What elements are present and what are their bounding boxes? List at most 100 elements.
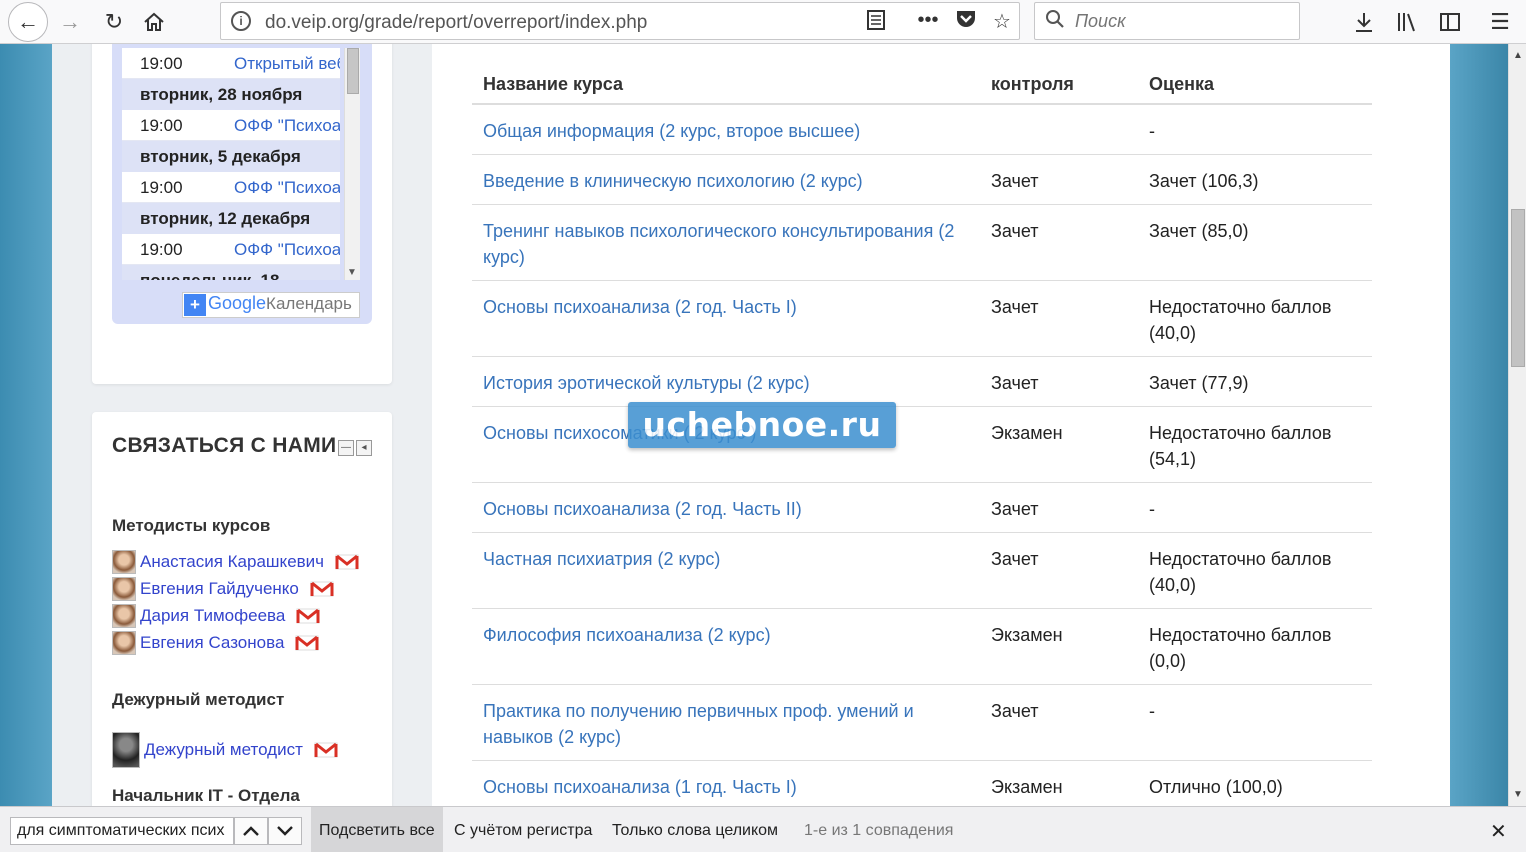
- methodist-item: Дария Тимофеева: [112, 604, 320, 630]
- avatar: [112, 631, 136, 655]
- duty-methodist-link[interactable]: Дежурный методист: [144, 740, 303, 759]
- table-row: Введение в клиническую психологию (2 кур…: [472, 154, 1372, 205]
- library-icon[interactable]: [1390, 4, 1426, 40]
- bookmark-star-icon[interactable]: ☆: [989, 9, 1015, 35]
- page-background-left: [0, 44, 52, 806]
- find-previous-button[interactable]: [234, 817, 268, 845]
- calendar-event[interactable]: 19:00Открытый вебинар: [122, 48, 340, 79]
- page-scroll-thumb[interactable]: [1511, 209, 1525, 367]
- downloads-icon[interactable]: [1346, 4, 1382, 40]
- gmail-icon[interactable]: [310, 581, 334, 597]
- grade-cell: Отлично (100,0): [1138, 760, 1372, 806]
- table-row: Основы психоанализа (2 год. Часть I) Заче…: [472, 280, 1372, 357]
- close-icon[interactable]: ✕: [1490, 819, 1507, 844]
- gmail-icon[interactable]: [314, 742, 338, 758]
- methodist-link[interactable]: Дария Тимофеева: [140, 606, 285, 625]
- course-link[interactable]: Практика по получению первичных проф. ум…: [472, 684, 980, 761]
- highlight-all-toggle[interactable]: Подсветить все: [311, 807, 443, 852]
- methodist-link[interactable]: Евгения Гайдученко: [140, 579, 299, 598]
- course-link[interactable]: Основы психоанализа (2 год. Часть II): [472, 482, 980, 533]
- it-heading: Начальник IT - Отдела: [112, 786, 300, 805]
- calendar-day-header: вторник, 12 декабря: [122, 203, 340, 234]
- table-row: Основы психосоматики ( 2 курс ) Экзамен Не…: [472, 406, 1372, 483]
- grades-table: Название курса контроля Оценка Общая инф…: [472, 44, 1372, 806]
- grade-cell: Зачет (106,3): [1138, 154, 1372, 205]
- column-header-course[interactable]: Название курса: [472, 44, 980, 105]
- scroll-down-arrow-icon[interactable]: ▼: [1513, 789, 1523, 800]
- control-cell: Зачет: [980, 684, 1138, 761]
- table-row: Философия психоанализа (2 курс) Экзамен Не…: [472, 608, 1372, 685]
- menu-hamburger-icon[interactable]: ☰: [1482, 4, 1518, 40]
- table-header-row: Название курса контроля Оценка: [472, 44, 1372, 105]
- match-case-toggle[interactable]: С учётом регистра: [446, 807, 600, 852]
- methodist-item: Евгения Сазонова: [112, 631, 319, 657]
- table-row: Частная психиатрия (2 курс) Зачет Недостат…: [472, 532, 1372, 609]
- calendar-event[interactable]: 19:00ОФФ "Психоанализ": [122, 110, 340, 141]
- plus-icon: +: [184, 294, 206, 316]
- methodist-item: Евгения Гайдученко: [112, 577, 334, 603]
- calendar-day-header: понедельник, 18: [122, 265, 340, 280]
- methodist-link[interactable]: Евгения Сазонова: [140, 633, 284, 652]
- address-bar[interactable]: i do.veip.org/grade/report/overreport/in…: [220, 2, 1020, 40]
- search-box[interactable]: [1034, 2, 1300, 40]
- gmail-icon[interactable]: [295, 635, 319, 651]
- course-link[interactable]: История эротической культуры (2 курс): [472, 356, 980, 407]
- course-link[interactable]: Основы психоанализа (2 год. Часть I): [472, 280, 980, 357]
- course-link[interactable]: Общая информация (2 курс, второе высшее): [472, 104, 980, 155]
- table-row: Основы психоанализа (1 год. Часть I) Экза…: [472, 760, 1372, 806]
- course-link[interactable]: Частная психиатрия (2 курс): [472, 532, 980, 609]
- course-link[interactable]: Тренинг навыков психологического консуль…: [472, 204, 980, 281]
- control-cell: Зачет: [980, 532, 1138, 609]
- google-logo: Google: [208, 293, 267, 313]
- collapse-block-icon[interactable]: —: [338, 440, 354, 456]
- reload-icon[interactable]: ↻: [96, 4, 132, 40]
- control-cell: Зачет: [980, 482, 1138, 533]
- course-link[interactable]: Введение в клиническую психологию (2 кур…: [472, 154, 980, 205]
- gmail-icon[interactable]: [335, 554, 359, 570]
- grade-cell: Недостаточно баллов (40,0): [1138, 280, 1372, 357]
- control-cell: Зачет: [980, 356, 1138, 407]
- dock-block-icon[interactable]: ◂: [356, 440, 372, 456]
- google-calendar-button[interactable]: + GoogleКалендарь: [182, 292, 360, 318]
- find-input[interactable]: [10, 817, 234, 845]
- column-header-grade[interactable]: Оценка: [1138, 44, 1372, 105]
- whole-words-toggle[interactable]: Только слова целиком: [604, 807, 786, 852]
- scroll-up-arrow-icon[interactable]: ▲: [1513, 50, 1523, 61]
- calendar-scroll-thumb[interactable]: [347, 48, 359, 94]
- table-row: Основы психоанализа (2 год. Часть II) Зач…: [472, 482, 1372, 533]
- home-icon[interactable]: [136, 4, 172, 40]
- calendar-event[interactable]: 19:00ОФФ "Психоанализ": [122, 234, 340, 265]
- sidebar-toggle-icon[interactable]: [1432, 4, 1468, 40]
- back-arrow-icon[interactable]: ←: [8, 2, 48, 42]
- gmail-icon[interactable]: [296, 608, 320, 624]
- google-calendar-widget: 19:00Открытый вебинар вторник, 28 ноября…: [112, 44, 372, 324]
- course-link[interactable]: Философия психоанализа (2 курс): [472, 608, 980, 685]
- reader-view-icon[interactable]: [863, 9, 889, 35]
- page-scrollbar[interactable]: ▲ ▼: [1508, 44, 1526, 806]
- methodist-link[interactable]: Анастасия Карашкевич: [140, 552, 324, 571]
- calendar-scrollbar[interactable]: ▼: [344, 48, 360, 280]
- calendar-event[interactable]: 19:00ОФФ "Психоанализ": [122, 172, 340, 203]
- pocket-icon[interactable]: [953, 9, 979, 35]
- page-background-right: [1450, 44, 1508, 806]
- site-info-icon[interactable]: i: [231, 11, 251, 31]
- search-input[interactable]: [1075, 9, 1285, 33]
- duty-methodist-item: Дежурный методист: [112, 732, 338, 770]
- find-next-button[interactable]: [268, 817, 302, 845]
- grade-cell: Зачет (77,9): [1138, 356, 1372, 407]
- methodists-heading: Методисты курсов: [112, 516, 271, 535]
- scroll-down-arrow-icon[interactable]: ▼: [347, 267, 357, 278]
- avatar: [112, 550, 136, 574]
- control-cell: Экзамен: [980, 406, 1138, 483]
- search-icon: [1045, 9, 1065, 35]
- forward-arrow-icon[interactable]: →: [52, 4, 88, 40]
- control-cell: Зачет: [980, 204, 1138, 281]
- grade-cell: Недостаточно баллов (54,1): [1138, 406, 1372, 483]
- chevron-up-icon: [243, 826, 259, 836]
- page-actions-icon[interactable]: •••: [915, 9, 941, 35]
- column-header-control[interactable]: контроля: [980, 44, 1138, 105]
- control-cell: Экзамен: [980, 760, 1138, 806]
- grade-cell: -: [1138, 684, 1372, 761]
- course-link[interactable]: Основы психоанализа (1 год. Часть I): [472, 760, 980, 806]
- calendar-agenda-list[interactable]: 19:00Открытый вебинар вторник, 28 ноября…: [122, 48, 340, 280]
